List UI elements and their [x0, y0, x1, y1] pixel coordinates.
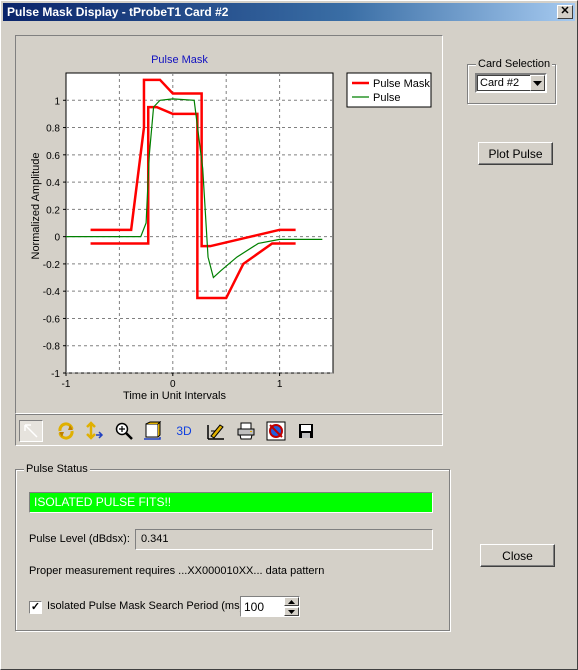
- pointer-icon: [24, 424, 38, 438]
- pulse-mask-window: Pulse Mask Display - tProbeT1 Card #2 ✕ …: [0, 0, 578, 670]
- y-tick-label: 0.6: [46, 151, 60, 162]
- print-button[interactable]: [234, 420, 258, 442]
- pointer-tool-button[interactable]: [19, 420, 43, 442]
- x-tick-label: -1: [62, 379, 71, 390]
- chart-title: Pulse Mask: [151, 54, 208, 66]
- card-select-value: Card #2: [480, 77, 520, 89]
- rotate-icon: [58, 422, 74, 440]
- legend-label-mask: Pulse Mask: [373, 78, 430, 90]
- depth-icon: [144, 421, 162, 440]
- move-icon: [86, 421, 104, 440]
- y-axis-label: Normalized Amplitude: [30, 153, 42, 260]
- y-tick-label: 0: [54, 233, 60, 244]
- chevron-up-icon: [288, 599, 295, 604]
- pattern-note: Proper measurement requires ...XX000010X…: [29, 565, 325, 577]
- window-title: Pulse Mask Display - tProbeT1 Card #2: [7, 5, 229, 19]
- zoom-tool-button[interactable]: [112, 420, 136, 442]
- spin-down-button[interactable]: [284, 607, 299, 616]
- chevron-down-icon[interactable]: [530, 75, 545, 91]
- y-tick-label: 0.4: [46, 178, 60, 189]
- y-tick-label: 0.8: [46, 124, 60, 135]
- pulse-mask-chart: -1 -0.8 -0.6 -0.4 -0.2 0 0.2 0.4 0.6 0.8 1 -1 0 1 Puls…: [30, 54, 432, 402]
- close-button[interactable]: Close: [480, 544, 555, 567]
- depth-tool-button[interactable]: [140, 420, 164, 442]
- 3d-icon: 3D: [176, 424, 192, 438]
- edit-icon: [207, 424, 224, 440]
- copy-icon: [266, 421, 286, 441]
- pulse-status-group: Pulse Status ISOLATED PULSE FITS!! Pulse…: [15, 463, 450, 631]
- rotate-tool-button[interactable]: [54, 420, 78, 442]
- y-tick-label: -0.4: [43, 287, 61, 298]
- x-tick-label: 1: [277, 379, 283, 390]
- x-tick-label: 0: [170, 379, 176, 390]
- x-axis-label: Time in Unit Intervals: [123, 390, 226, 402]
- y-tick-label: 1: [54, 96, 60, 107]
- y-tick-label: -0.8: [43, 342, 61, 353]
- chart-panel: -1 -0.8 -0.6 -0.4 -0.2 0 0.2 0.4 0.6 0.8 1 -1 0 1 Puls…: [15, 35, 443, 414]
- pulse-status-label: Pulse Status: [24, 463, 90, 475]
- window-close-button[interactable]: ✕: [557, 5, 573, 19]
- title-bar: Pulse Mask Display - tProbeT1 Card #2 ✕: [3, 3, 575, 21]
- chevron-down-icon: [288, 609, 295, 614]
- checkmark-icon: ✓: [30, 601, 41, 613]
- pulse-level-field: 0.341: [135, 529, 433, 550]
- 3d-toggle-button[interactable]: 3D: [172, 420, 196, 442]
- plot-area: [65, 72, 334, 374]
- search-period-label: Isolated Pulse Mask Search Period (ms): [47, 600, 244, 612]
- card-selection-group: Card Selection Card #2: [467, 58, 556, 104]
- search-period-spinner: [284, 597, 299, 616]
- search-period-input[interactable]: 100: [240, 596, 300, 617]
- status-banner: ISOLATED PULSE FITS!!: [29, 492, 433, 513]
- search-period-value: 100: [244, 600, 265, 614]
- y-tick-label: -1: [51, 369, 60, 380]
- y-tick-label: 0.2: [46, 205, 60, 216]
- spin-up-button[interactable]: [284, 597, 299, 606]
- plot-pulse-button[interactable]: Plot Pulse: [478, 142, 553, 165]
- move-tool-button[interactable]: [82, 420, 106, 442]
- print-icon: [237, 422, 255, 440]
- chart-toolbar: 3D: [15, 414, 443, 446]
- save-chart-button[interactable]: [294, 420, 318, 442]
- pulse-level-label: Pulse Level (dBdsx):: [29, 533, 130, 545]
- copy-chart-button[interactable]: [264, 420, 288, 442]
- zoom-icon: [115, 422, 133, 440]
- y-tick-label: -0.2: [43, 260, 61, 271]
- edit-chart-button[interactable]: [204, 420, 228, 442]
- y-tick-label: -0.6: [43, 314, 61, 325]
- search-period-checkbox[interactable]: ✓: [29, 601, 42, 614]
- save-icon: [299, 424, 313, 438]
- card-select-dropdown[interactable]: Card #2: [475, 73, 547, 93]
- card-selection-label: Card Selection: [476, 58, 553, 70]
- legend-label-pulse: Pulse: [373, 92, 401, 104]
